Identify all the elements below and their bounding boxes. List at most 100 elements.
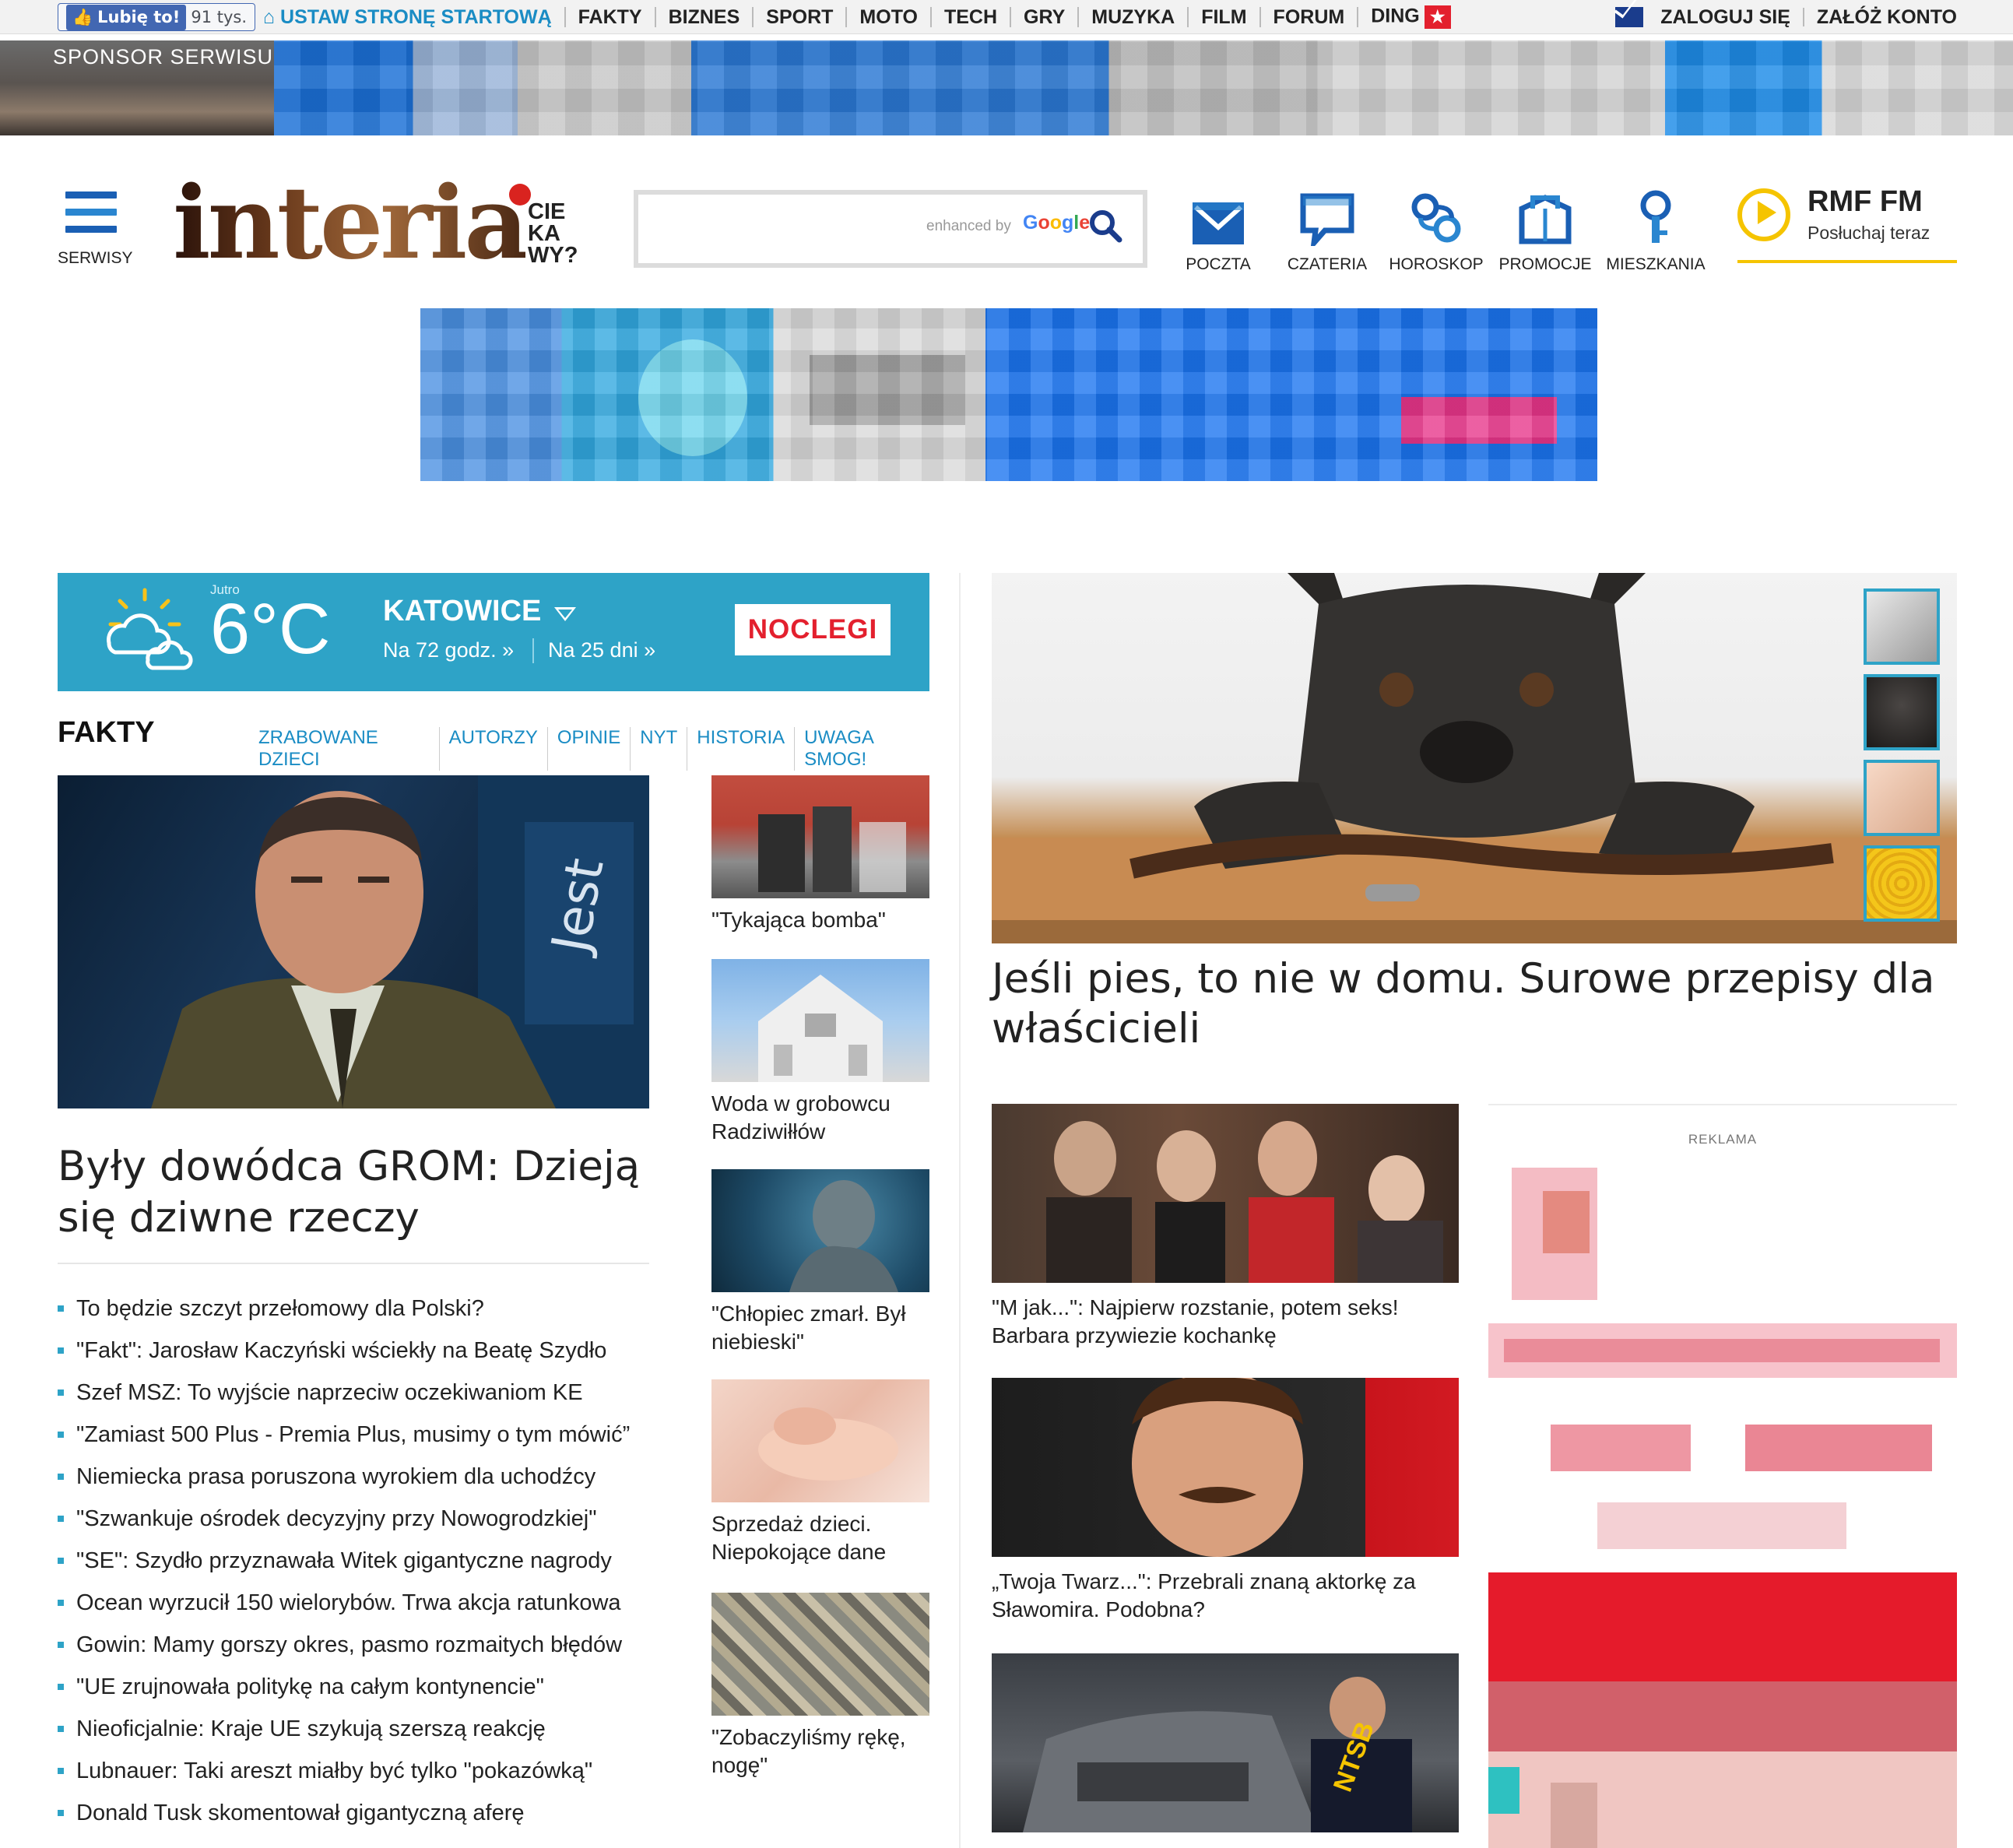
featured-thumb[interactable] [1864,588,1940,665]
tab-uwaga-smog[interactable]: UWAGA SMOG! [795,727,929,771]
nav-muzyka[interactable]: MUZYKA [1079,7,1189,27]
side-story[interactable]: "Zobaczyliśmy rękę, nogę" [711,1593,929,1779]
service-czateria[interactable]: CZATERIA [1277,188,1378,274]
chevron-down-icon[interactable] [554,607,576,621]
list-item[interactable]: Gowin: Mamy gorszy okres, pasmo rozmaity… [58,1624,680,1666]
featured-thumb[interactable] [1864,760,1940,836]
section-title[interactable]: FAKTY [58,716,155,750]
forecast-72h-link[interactable]: Na 72 godz. » [383,638,514,662]
story-card[interactable]: "M jak...": Najpierw rozstanie, potem se… [992,1104,1459,1350]
site-logo[interactable]: interia [173,173,529,274]
list-item[interactable]: "SE": Szydło przyznawała Witek gigantycz… [58,1540,680,1582]
list-item[interactable]: "Zamiast 500 Plus - Premia Plus, musimy … [58,1414,680,1456]
story-thumb [992,1378,1459,1557]
search-icon[interactable] [1088,209,1122,243]
nav-set-homepage[interactable]: ⌂ USTAW STRONĘ STARTOWĄ [251,7,566,27]
list-item[interactable]: Ocean wyrzucił 150 wielorybów. Trwa akcj… [58,1582,680,1624]
side-story[interactable]: "Chłopiec zmarł. Był niebieski" [711,1169,929,1356]
featured-thumb[interactable] [1864,845,1940,922]
featured-thumb[interactable] [1864,674,1940,750]
nav-sport[interactable]: SPORT [754,7,848,27]
nav-moto[interactable]: MOTO [847,7,932,27]
divider [1802,8,1804,26]
main-story-headline[interactable]: Były dowódca GROM: Dzieją się dziwne rze… [58,1141,649,1244]
side-story[interactable]: "Tykająca bomba" [711,775,929,934]
search-enhanced-label: enhanced by [926,218,1011,234]
story-caption: "M jak...": Najpierw rozstanie, potem se… [992,1295,1399,1347]
fakty-tabs: ZRABOWANE DZIECI AUTORZY OPINIE NYT HIST… [249,727,929,771]
chat-icon [1300,193,1354,246]
nav-tech[interactable]: TECH [932,7,1012,27]
list-item[interactable]: "UE zrujnowała politykę na całym kontyne… [58,1666,680,1708]
side-story-caption: "Chłopiec zmarł. Był niebieski" [711,1302,906,1354]
divider [58,1263,649,1264]
forecast-25d-link[interactable]: Na 25 dni » [548,638,655,662]
news-list: To będzie szczyt przełomowy dla Polski? … [58,1288,680,1834]
story-thumb: NTSB [992,1653,1459,1832]
story-card[interactable]: NTSB [992,1653,1459,1832]
list-item[interactable]: Nieoficjalnie: Kraje UE szykują szerszą … [58,1708,680,1750]
featured-story-headline[interactable]: Jeśli pies, to nie w domu. Surowe przepi… [992,954,1957,1054]
nav-gry[interactable]: GRY [1011,7,1080,27]
general-portrait-image: Jest [151,775,649,1108]
service-horoskop[interactable]: HOROSKOP [1386,188,1487,274]
tab-nyt[interactable]: NYT [631,727,688,771]
list-item[interactable]: To będzie szczyt przełomowy dla Polski? [58,1288,680,1330]
side-story-thumb [711,775,929,898]
facebook-like-button[interactable]: 👍 Lubię to! 91 tys. [58,3,256,31]
tab-historia[interactable]: HISTORIA [687,727,796,771]
list-item[interactable]: Szef MSZ: To wyjście naprzeciw oczekiwan… [58,1372,680,1414]
sponsor-ad-banner[interactable] [274,40,2013,135]
column-divider [959,573,961,1848]
account-links: ZALOGUJ SIĘ ZAŁÓŻ KONTO [1615,0,1957,34]
tab-autorzy[interactable]: AUTORZY [440,727,548,771]
noclegi-button[interactable]: NOCLEGI [735,604,891,655]
weather-city[interactable]: KATOWICE [383,595,541,628]
side-story-thumb [711,1169,929,1292]
divider [1488,1104,1957,1105]
sponsor-label: SPONSOR SERWISU [53,45,274,69]
nav-biznes[interactable]: BIZNES [656,7,754,27]
list-item[interactable]: Niemiecka prasa poruszona wyrokiem dla u… [58,1456,680,1498]
menu-icon[interactable] [65,191,117,234]
mail-icon [1615,7,1644,27]
list-item[interactable]: Donald Tusk skomentował gigantyczną afer… [58,1792,680,1834]
list-item[interactable]: Lubnauer: Taki areszt miałby być tylko "… [58,1750,680,1792]
logo-tagline: CIE KA WY? [528,199,578,268]
menu-label[interactable]: SERWISY [58,249,132,268]
tab-opinie[interactable]: OPINIE [548,727,631,771]
service-poczta[interactable]: POCZTA [1168,188,1269,274]
side-story-caption: Woda w grobowcu Radziwiłłów [711,1091,891,1144]
rmf-subtitle: Posłuchaj teraz [1807,223,1930,243]
side-ad[interactable] [1488,1160,1957,1848]
service-promocje[interactable]: PROMOCJE [1495,188,1596,274]
side-story-caption: Sprzedaż dzieci. Niepokojące dane [711,1512,887,1564]
ad-banner[interactable] [420,308,1597,481]
login-link[interactable]: ZALOGUJ SIĘ [1660,6,1790,29]
nav-ding[interactable]: DING ★ [1358,5,1463,29]
side-story[interactable]: Sprzedaż dzieci. Niepokojące dane [711,1379,929,1566]
list-item[interactable]: "Szwankuje ośrodek decyzyjny przy Nowogr… [58,1498,680,1540]
facebook-like-label: 👍 Lubię to! [66,4,187,30]
main-story-photo[interactable]: Jest [58,775,649,1108]
ad-label: REKLAMA [1688,1132,1758,1147]
nav-forum[interactable]: FORUM [1261,7,1359,27]
featured-story-photo[interactable] [992,573,1957,943]
side-story-thumb [711,959,929,1082]
side-story-caption: "Zobaczyliśmy rękę, nogę" [711,1725,906,1777]
register-link[interactable]: ZAŁÓŻ KONTO [1817,6,1957,29]
service-mieszkania[interactable]: MIESZKANIA [1605,188,1706,274]
tab-zrabowane-dzieci[interactable]: ZRABOWANE DZIECI [249,727,440,771]
star-icon: ★ [1424,5,1451,29]
divider [532,638,534,663]
key-icon [1640,190,1671,243]
mail-icon [1193,202,1244,244]
story-card[interactable]: „Twoja Twarz...": Przebrali znaną aktork… [992,1378,1459,1624]
list-item[interactable]: "Fakt": Jarosław Kaczyński wściekły na B… [58,1330,680,1372]
nav-film[interactable]: FILM [1189,7,1261,27]
thumbs-up-icon: 👍 [72,7,93,26]
side-story[interactable]: Woda w grobowcu Radziwiłłów [711,959,929,1146]
side-story-thumb [711,1593,929,1716]
top-nav: ⌂ USTAW STRONĘ STARTOWĄ FAKTY BIZNES SPO… [251,0,1463,34]
nav-fakty[interactable]: FAKTY [566,7,656,27]
